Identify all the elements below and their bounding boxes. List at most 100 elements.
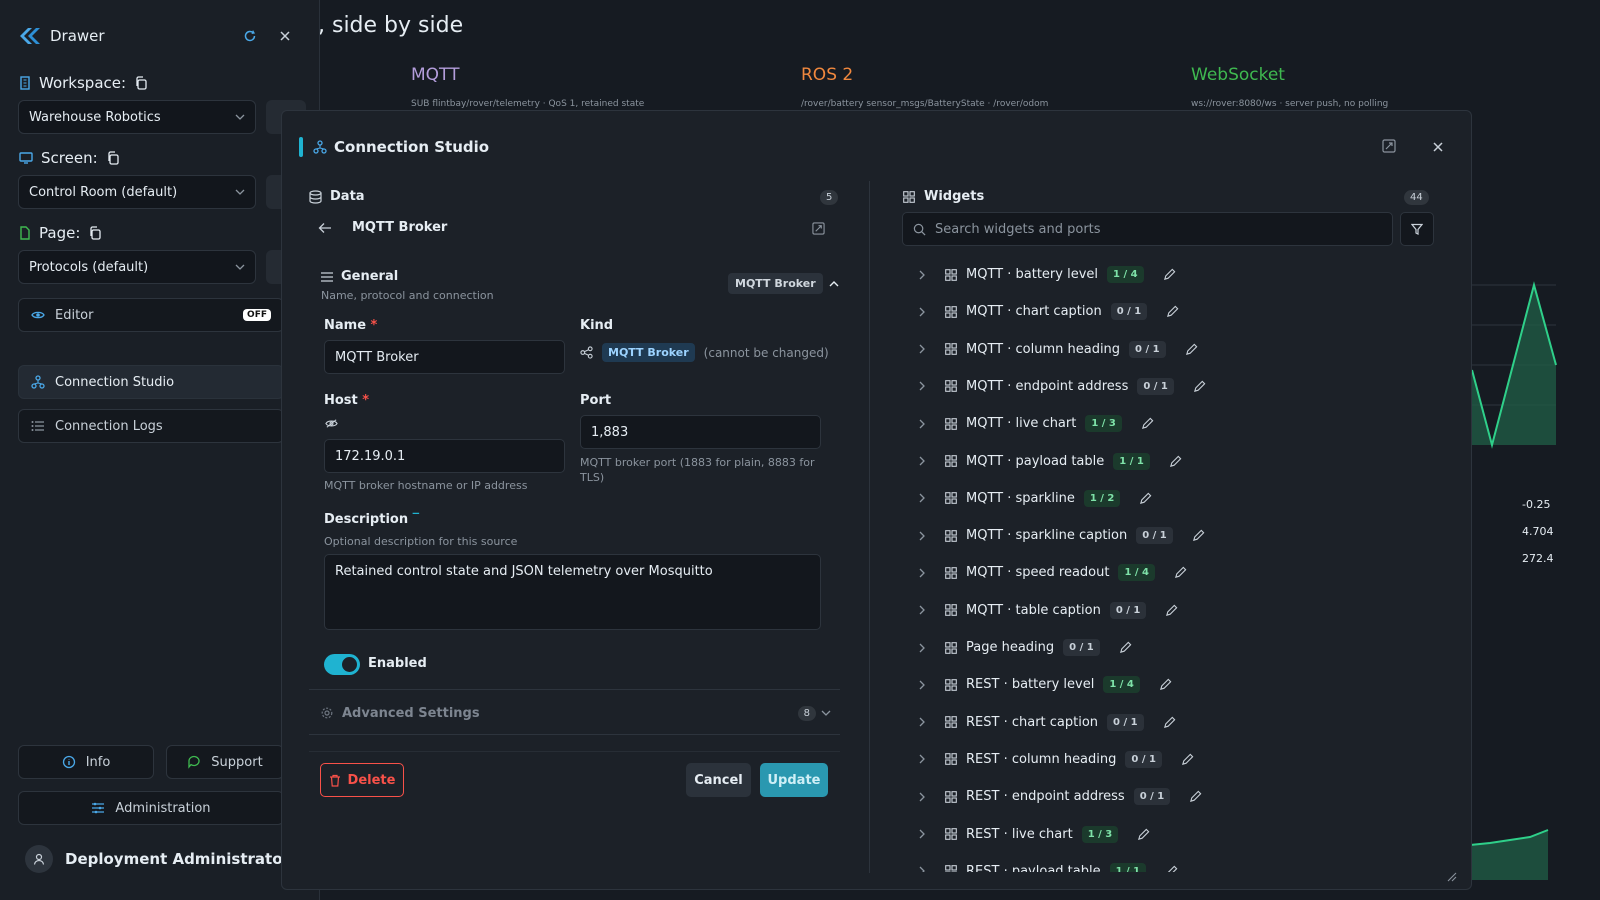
- close-drawer-icon[interactable]: [279, 30, 291, 42]
- open-external-icon[interactable]: [812, 222, 825, 235]
- widget-row[interactable]: MQTT · battery level 1 / 4: [908, 256, 1176, 293]
- update-button[interactable]: Update: [760, 763, 828, 797]
- nav-item-connection-logs[interactable]: Connection Logs: [18, 409, 284, 443]
- workspace-select[interactable]: Warehouse Robotics: [18, 100, 256, 134]
- widget-row[interactable]: REST · endpoint address 0 / 1: [908, 778, 1202, 815]
- edit-pencil-icon[interactable]: [1185, 343, 1198, 356]
- chevron-right-icon[interactable]: [918, 456, 926, 466]
- widget-row[interactable]: MQTT · speed readout 1 / 4: [908, 554, 1187, 591]
- edit-pencil-icon[interactable]: [1119, 641, 1132, 654]
- page-select[interactable]: Protocols (default): [18, 250, 256, 284]
- chevron-right-icon[interactable]: [918, 680, 926, 690]
- widget-row[interactable]: MQTT · table caption 0 / 1: [908, 592, 1178, 629]
- copy-icon[interactable]: [88, 226, 102, 240]
- description-textarea[interactable]: Retained control state and JSON telemetr…: [324, 554, 821, 630]
- delete-button[interactable]: Delete: [320, 763, 404, 797]
- back-arrow-icon[interactable]: [318, 222, 332, 234]
- edit-pencil-icon[interactable]: [1163, 716, 1176, 729]
- port-help: MQTT broker port (1883 for plain, 8883 f…: [580, 456, 815, 484]
- widget-search-input[interactable]: Search widgets and ports: [902, 212, 1393, 246]
- widget-row[interactable]: REST · payload table 1 / 1: [908, 853, 1178, 872]
- widget-row[interactable]: MQTT · live chart 1 / 3: [908, 405, 1154, 442]
- info-button[interactable]: Info: [18, 745, 154, 779]
- widget-row[interactable]: Page heading 0 / 1: [908, 629, 1132, 666]
- edit-pencil-icon[interactable]: [1181, 753, 1194, 766]
- editor-label-text: Editor: [55, 307, 94, 323]
- refresh-icon[interactable]: [243, 29, 257, 43]
- chevron-right-icon[interactable]: [918, 829, 926, 839]
- advanced-settings-toggle[interactable]: Advanced Settings 8: [321, 700, 831, 726]
- edit-pencil-icon[interactable]: [1189, 790, 1202, 803]
- chevron-right-icon[interactable]: [918, 717, 926, 727]
- chevron-right-icon[interactable]: [918, 270, 926, 280]
- widget-grid-icon: [945, 828, 957, 840]
- widget-name: MQTT · chart caption: [966, 304, 1102, 320]
- close-dialog-icon[interactable]: [1432, 141, 1444, 153]
- protocol-name: WebSocket: [1191, 65, 1285, 85]
- administration-button[interactable]: Administration: [18, 791, 284, 825]
- widget-port-badge: 0 / 1: [1107, 713, 1144, 731]
- widget-row[interactable]: REST · live chart 1 / 3: [908, 816, 1150, 853]
- chevron-right-icon[interactable]: [918, 344, 926, 354]
- widget-row[interactable]: MQTT · sparkline caption 0 / 1: [908, 517, 1205, 554]
- widget-row[interactable]: REST · battery level 1 / 4: [908, 666, 1172, 703]
- widget-row[interactable]: MQTT · endpoint address 0 / 1: [908, 368, 1206, 405]
- chevron-right-icon[interactable]: [918, 381, 926, 391]
- copy-icon[interactable]: [134, 76, 148, 90]
- edit-pencil-icon[interactable]: [1165, 865, 1178, 872]
- widget-name: REST · endpoint address: [966, 789, 1125, 805]
- widget-row[interactable]: MQTT · chart caption 0 / 1: [908, 293, 1179, 330]
- port-input[interactable]: 1,883: [580, 415, 821, 449]
- user-icon: [33, 853, 45, 865]
- protocol-name: MQTT: [411, 65, 460, 85]
- widget-row[interactable]: MQTT · payload table 1 / 1: [908, 443, 1182, 480]
- chevron-right-icon[interactable]: [918, 568, 926, 578]
- chevron-right-icon[interactable]: [918, 866, 926, 872]
- support-button[interactable]: Support: [166, 745, 284, 779]
- name-input[interactable]: MQTT Broker: [324, 340, 565, 374]
- edit-pencil-icon[interactable]: [1137, 828, 1150, 841]
- user-profile[interactable]: Deployment Administrator: [25, 845, 290, 873]
- copy-icon[interactable]: [106, 151, 120, 165]
- resize-handle-icon[interactable]: [1447, 872, 1457, 882]
- chevron-right-icon[interactable]: [918, 792, 926, 802]
- page-heading: , side by side: [318, 13, 464, 38]
- cancel-button[interactable]: Cancel: [686, 763, 751, 797]
- widget-row[interactable]: MQTT · column heading 0 / 1: [908, 331, 1198, 368]
- edit-pencil-icon[interactable]: [1192, 529, 1205, 542]
- chevron-right-icon[interactable]: [918, 419, 926, 429]
- enabled-toggle[interactable]: [324, 654, 360, 675]
- screen-select[interactable]: Control Room (default): [18, 175, 256, 209]
- edit-pencil-icon[interactable]: [1139, 492, 1152, 505]
- widget-grid-icon: [945, 567, 957, 579]
- chevron-right-icon[interactable]: [918, 754, 926, 764]
- dialog-title: Connection Studio: [334, 138, 490, 156]
- edit-pencil-icon[interactable]: [1166, 305, 1179, 318]
- edit-pencil-icon[interactable]: [1169, 455, 1182, 468]
- general-collapse-toggle[interactable]: MQTT Broker: [728, 273, 839, 294]
- edit-pencil-icon[interactable]: [1163, 268, 1176, 281]
- nav-item-connection-studio[interactable]: Connection Studio: [18, 365, 284, 399]
- host-input[interactable]: 172.19.0.1: [324, 439, 565, 473]
- divider: [309, 689, 840, 690]
- eye-off-icon[interactable]: [325, 418, 338, 429]
- connection-studio-dialog: Connection Studio Data 5 MQTT Broker Gen…: [281, 110, 1472, 890]
- chevron-right-icon[interactable]: [918, 307, 926, 317]
- widget-row[interactable]: MQTT · sparkline 1 / 2: [908, 480, 1152, 517]
- edit-pencil-icon[interactable]: [1159, 678, 1172, 691]
- chevron-right-icon[interactable]: [918, 531, 926, 541]
- widget-row[interactable]: REST · column heading 0 / 1: [908, 741, 1194, 778]
- editor-state-badge: OFF: [243, 309, 271, 321]
- maximize-icon[interactable]: [1382, 139, 1396, 153]
- edit-pencil-icon[interactable]: [1165, 604, 1178, 617]
- edit-pencil-icon[interactable]: [1193, 380, 1206, 393]
- list-icon: [31, 421, 44, 431]
- editor-toggle[interactable]: Editor OFF: [18, 298, 284, 332]
- edit-pencil-icon[interactable]: [1174, 566, 1187, 579]
- chevron-right-icon[interactable]: [918, 643, 926, 653]
- filter-button[interactable]: [1400, 212, 1434, 246]
- widget-row[interactable]: REST · chart caption 0 / 1: [908, 704, 1176, 741]
- chevron-right-icon[interactable]: [918, 605, 926, 615]
- edit-pencil-icon[interactable]: [1141, 417, 1154, 430]
- chevron-right-icon[interactable]: [918, 493, 926, 503]
